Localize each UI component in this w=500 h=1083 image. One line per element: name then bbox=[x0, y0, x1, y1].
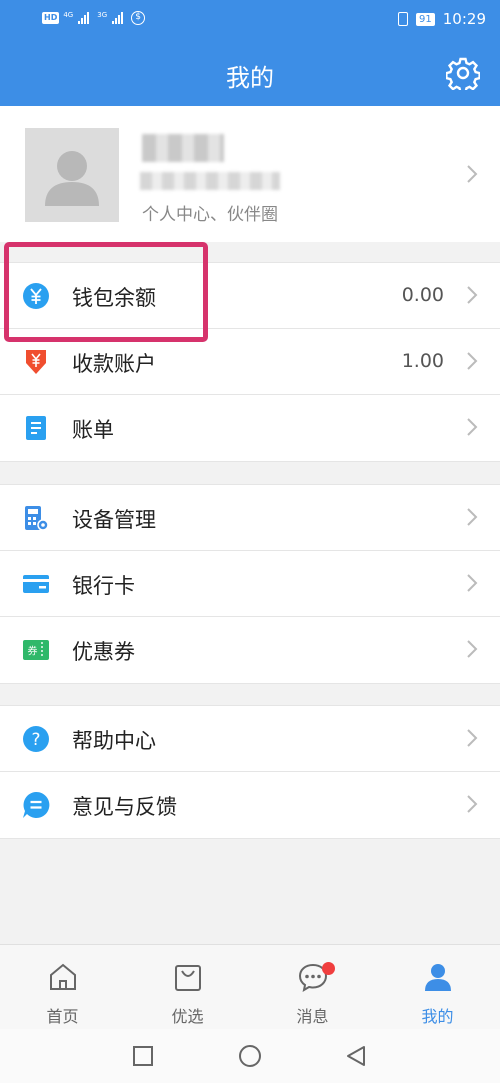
chevron-right-icon bbox=[467, 795, 478, 813]
notification-badge bbox=[322, 962, 335, 975]
menu-label: 意见与反馈 bbox=[72, 795, 177, 819]
profile-name-blurred bbox=[142, 134, 224, 162]
menu-item-feedback[interactable]: 意见与反馈 bbox=[0, 772, 500, 838]
menu-group-finance: 钱包余额 0.00 收款账户 1.00 账单 bbox=[0, 262, 500, 462]
chevron-right-icon bbox=[467, 352, 478, 370]
menu-label: 钱包余额 bbox=[72, 286, 156, 310]
tab-label: 消息 bbox=[296, 1007, 329, 1026]
signal-icon bbox=[112, 12, 124, 24]
title-bar: 我的 bbox=[0, 40, 500, 106]
menu-item-receive-account[interactable]: 收款账户 1.00 bbox=[0, 329, 500, 395]
chevron-right-icon bbox=[467, 508, 478, 526]
network-4g: 4G bbox=[63, 11, 74, 19]
tab-bar: 首页 优选 消息 我的 bbox=[0, 944, 500, 1029]
person-silhouette-icon bbox=[45, 151, 99, 206]
chevron-right-icon bbox=[467, 286, 478, 304]
tab-label: 首页 bbox=[46, 1007, 79, 1026]
menu-item-bill[interactable]: 账单 bbox=[0, 395, 500, 461]
status-right: 91 10:29 bbox=[398, 10, 486, 28]
menu-label: 银行卡 bbox=[72, 574, 135, 598]
clock: 10:29 bbox=[442, 10, 486, 28]
tab-featured[interactable]: 优选 bbox=[125, 945, 250, 1030]
menu-item-help[interactable]: ? 帮助中心 bbox=[0, 706, 500, 772]
menu-group-management: 设备管理 银行卡 券 优惠券 bbox=[0, 484, 500, 684]
system-nav-bar bbox=[0, 1029, 500, 1083]
recent-apps-icon[interactable] bbox=[131, 1044, 155, 1068]
payment-icon: $ bbox=[131, 11, 146, 25]
help-icon-text: ? bbox=[31, 730, 40, 750]
chevron-right-icon bbox=[467, 729, 478, 747]
receive-account-icon bbox=[26, 350, 46, 374]
avatar bbox=[25, 128, 119, 222]
vibrate-icon bbox=[398, 12, 409, 26]
network-3g: 3G bbox=[97, 11, 108, 19]
chevron-right-icon bbox=[467, 574, 478, 592]
help-icon: ? bbox=[23, 726, 49, 752]
person-icon bbox=[425, 964, 451, 991]
gear-icon[interactable] bbox=[446, 56, 480, 90]
menu-item-device[interactable]: 设备管理 bbox=[0, 485, 500, 551]
home-button-icon[interactable] bbox=[238, 1044, 262, 1068]
status-bar: HD 4G 3G $ 91 10:29 bbox=[0, 0, 500, 40]
profile-subtitle: 个人中心、伙伴圈 bbox=[142, 205, 278, 225]
tab-home[interactable]: 首页 bbox=[0, 945, 125, 1030]
menu-item-wallet[interactable]: 钱包余额 0.00 bbox=[0, 263, 500, 329]
receive-amount: 1.00 bbox=[401, 350, 444, 372]
tab-messages[interactable]: 消息 bbox=[250, 945, 375, 1030]
chevron-right-icon bbox=[467, 640, 478, 658]
back-icon[interactable] bbox=[344, 1044, 368, 1068]
menu-label: 优惠券 bbox=[72, 640, 135, 664]
battery-indicator: 91 bbox=[416, 12, 435, 26]
coupon-icon-text: 券 bbox=[28, 645, 38, 658]
profile-card[interactable]: 个人中心、伙伴圈 bbox=[0, 106, 500, 242]
chevron-right-icon bbox=[467, 165, 478, 183]
tab-label: 我的 bbox=[421, 1007, 454, 1026]
signal-icon bbox=[78, 12, 90, 24]
tab-label: 优选 bbox=[171, 1007, 204, 1026]
bill-icon bbox=[26, 416, 46, 440]
yuan-circle-icon bbox=[23, 283, 49, 309]
coupon-icon: 券 bbox=[23, 640, 49, 660]
menu-group-support: ? 帮助中心 意见与反馈 bbox=[0, 705, 500, 839]
feedback-icon bbox=[23, 791, 50, 818]
wallet-balance: 0.00 bbox=[401, 284, 444, 306]
chevron-right-icon bbox=[467, 418, 478, 436]
menu-label: 账单 bbox=[72, 418, 114, 442]
home-icon bbox=[50, 963, 76, 990]
shopping-bag-icon bbox=[175, 965, 201, 991]
status-left: HD 4G 3G $ bbox=[42, 11, 146, 25]
bank-card-icon bbox=[23, 575, 49, 593]
device-manage-icon bbox=[25, 506, 49, 531]
tab-mine[interactable]: 我的 bbox=[375, 945, 500, 1030]
menu-label: 帮助中心 bbox=[72, 729, 156, 753]
profile-id-blurred bbox=[140, 172, 280, 190]
page-title: 我的 bbox=[226, 64, 274, 92]
menu-item-bank-card[interactable]: 银行卡 bbox=[0, 551, 500, 617]
menu-item-coupon[interactable]: 券 优惠券 bbox=[0, 617, 500, 683]
menu-label: 设备管理 bbox=[72, 508, 156, 532]
menu-label: 收款账户 bbox=[72, 352, 156, 376]
hd-indicator: HD bbox=[42, 12, 60, 24]
